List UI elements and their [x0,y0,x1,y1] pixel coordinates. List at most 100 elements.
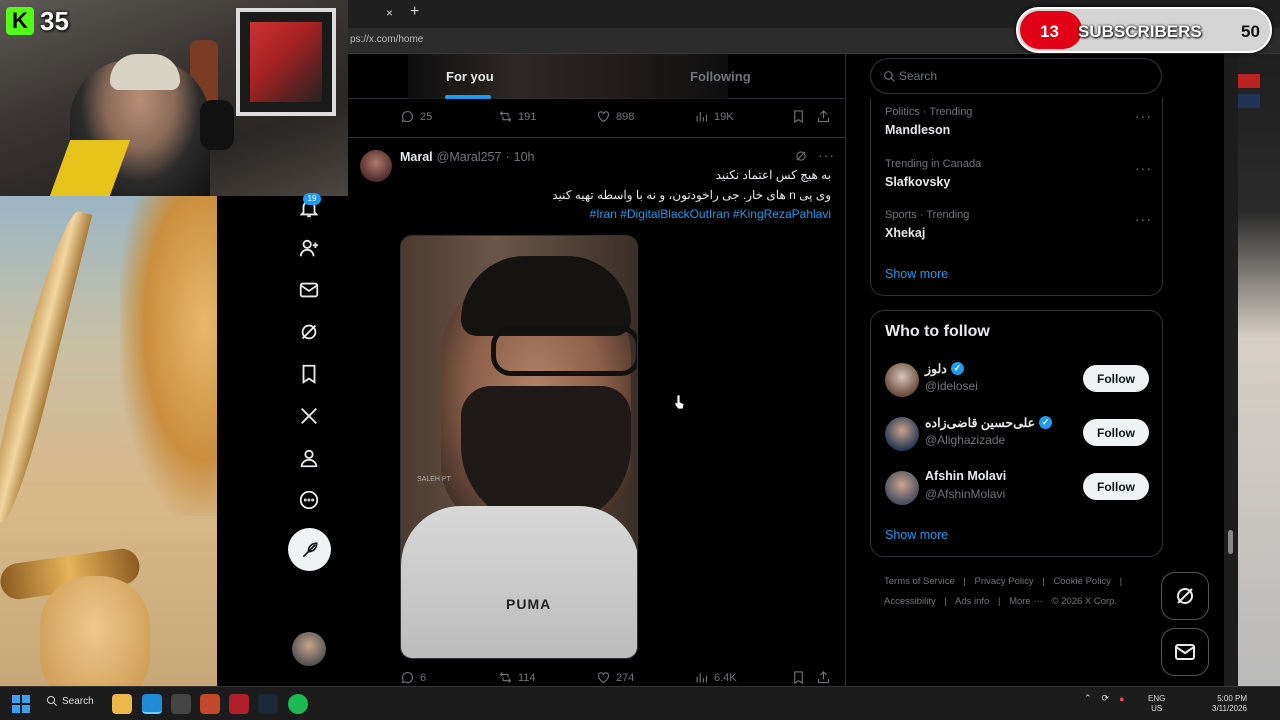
like-button[interactable]: 898 [596,109,634,124]
tweet-text-line: به هیچ کس اعتماد نکنید [715,168,831,182]
share-button[interactable] [816,670,831,685]
trends-panel: Politics · Trending Mandleson ··· Trendi… [870,98,1163,296]
tweet-video[interactable]: PUMA SALEH PT [400,235,638,659]
steam-icon[interactable] [258,694,278,714]
account-name[interactable]: دلوز ✓ [925,361,964,376]
mail-icon[interactable] [293,274,325,306]
like-count: 274 [616,671,635,684]
more-icon[interactable] [293,484,325,516]
reply-button[interactable]: 6 [400,670,426,685]
bookmark-button[interactable] [791,109,806,124]
trends-show-more-link[interactable]: Show more [885,267,948,281]
grok-explain-icon[interactable] [794,149,810,165]
windows-taskbar: Search ⌃ ⟳ ● ENG US 5:00 PM 3/11/2026 [0,686,1280,720]
follow-button[interactable]: Follow [1083,473,1149,500]
new-tab-icon[interactable]: + [410,3,419,21]
tweet-author-avatar[interactable] [360,150,392,182]
repost-button[interactable]: 114 [498,670,536,685]
tweet-hashtags[interactable]: #Iran #DigitalBlackOutIran #KingRezaPahl… [590,207,831,221]
trend-category: Sports · Trending [885,209,970,221]
reply-icon [401,111,414,123]
trend-item[interactable]: Politics · Trending Mandleson [885,106,972,137]
trend-more-icon[interactable]: ··· [1135,108,1152,124]
reply-count: 6 [420,671,427,684]
tweet-author-handle[interactable]: @Maral257 [437,150,502,164]
trend-name: Slafkovsky [885,175,951,189]
tweet-more-icon[interactable]: ··· [818,147,835,163]
url-text[interactable]: ps://x.com/home [350,34,423,45]
trend-more-icon[interactable]: ··· [1135,160,1152,176]
x-logo-icon[interactable] [293,400,325,432]
tweet-author-name[interactable]: Maral [400,150,433,164]
feather-icon [302,541,318,557]
ads-info-link[interactable]: Ads info [955,596,989,607]
like-button[interactable]: 274 [596,670,634,685]
compose-post-button[interactable] [288,528,331,571]
trend-item[interactable]: Sports · Trending Xhekaj [885,209,969,240]
language-indicator[interactable]: ENG US [1148,694,1165,714]
trend-category: Trending in Canada [885,158,982,170]
taskbar-search[interactable]: Search [46,695,94,707]
app-icon[interactable] [200,694,220,714]
bookmark-button[interactable] [791,670,806,685]
account-handle[interactable]: @Alighazizade [925,433,1005,447]
repost-icon [499,672,512,683]
accessibility-link[interactable]: Accessibility [884,596,936,607]
verified-badge-icon: ✓ [950,362,964,375]
file-explorer-icon[interactable] [112,694,132,714]
video-glasses [491,326,637,376]
repost-button[interactable]: 191 [498,109,536,124]
avatar[interactable] [885,417,919,451]
follow-button[interactable]: Follow [1083,419,1149,446]
account-handle[interactable]: @AfshinMolavi [925,487,1005,501]
spotify-icon[interactable] [288,694,308,714]
chevron-up-icon[interactable]: ⌃ [1084,693,1092,704]
scroll-thumb[interactable] [1228,530,1233,554]
date: 3/11/2026 [1212,704,1247,713]
avatar[interactable] [885,471,919,505]
account-name[interactable]: Afshin Molavi [925,469,1006,483]
more-link[interactable]: More ··· [1009,596,1043,607]
repost-count: 191 [518,110,537,123]
grok-icon[interactable] [293,316,325,348]
clock[interactable]: 5:00 PM 3/11/2026 [1212,694,1247,714]
microphone [200,100,234,150]
profile-icon[interactable] [293,442,325,474]
sync-icon[interactable]: ⟳ [1102,693,1110,704]
scrollbar[interactable] [1224,54,1238,686]
account-name[interactable]: علی‌حسین قاضی‌زاده ✓ [925,415,1053,430]
tab-close-icon[interactable]: × [386,6,393,20]
reply-button[interactable]: 25 [400,109,432,124]
follow-icon[interactable] [293,232,325,264]
trend-name: Xhekaj [885,226,926,240]
notifications-badge: 19 [303,193,321,205]
privacy-link[interactable]: Privacy Policy [975,576,1034,587]
tweet-timestamp[interactable]: 10h [514,150,535,164]
trend-more-icon[interactable]: ··· [1135,211,1152,227]
wall-poster [236,8,336,116]
bookmark-icon[interactable] [293,358,325,390]
subscriber-target: 50 [1241,22,1260,41]
terms-link[interactable]: Terms of Service [884,576,955,587]
messages-button[interactable] [1161,628,1209,676]
search-input[interactable]: Search [870,58,1162,94]
tab-following[interactable]: Following [690,69,751,84]
microphone-icon[interactable]: ● [1119,694,1124,704]
store-icon[interactable] [171,694,191,714]
views-button[interactable]: 19K [694,109,734,124]
share-button[interactable] [816,109,831,124]
sword-artwork [0,196,217,686]
trend-item[interactable]: Trending in Canada Slafkovsky [885,158,981,189]
app-icon[interactable] [229,694,249,714]
views-button[interactable]: 6.4K [694,670,737,685]
avatar[interactable] [885,363,919,397]
windows-start-icon[interactable] [12,695,30,713]
cookie-link[interactable]: Cookie Policy [1053,576,1111,587]
follow-button[interactable]: Follow [1083,365,1149,392]
tab-for-you[interactable]: For you [446,69,494,84]
grok-button[interactable] [1161,572,1209,620]
account-handle[interactable]: @idelosei [925,379,978,393]
account-avatar[interactable] [292,632,326,666]
who-to-follow-show-more-link[interactable]: Show more [885,528,948,542]
edge-browser-icon[interactable] [142,694,162,714]
